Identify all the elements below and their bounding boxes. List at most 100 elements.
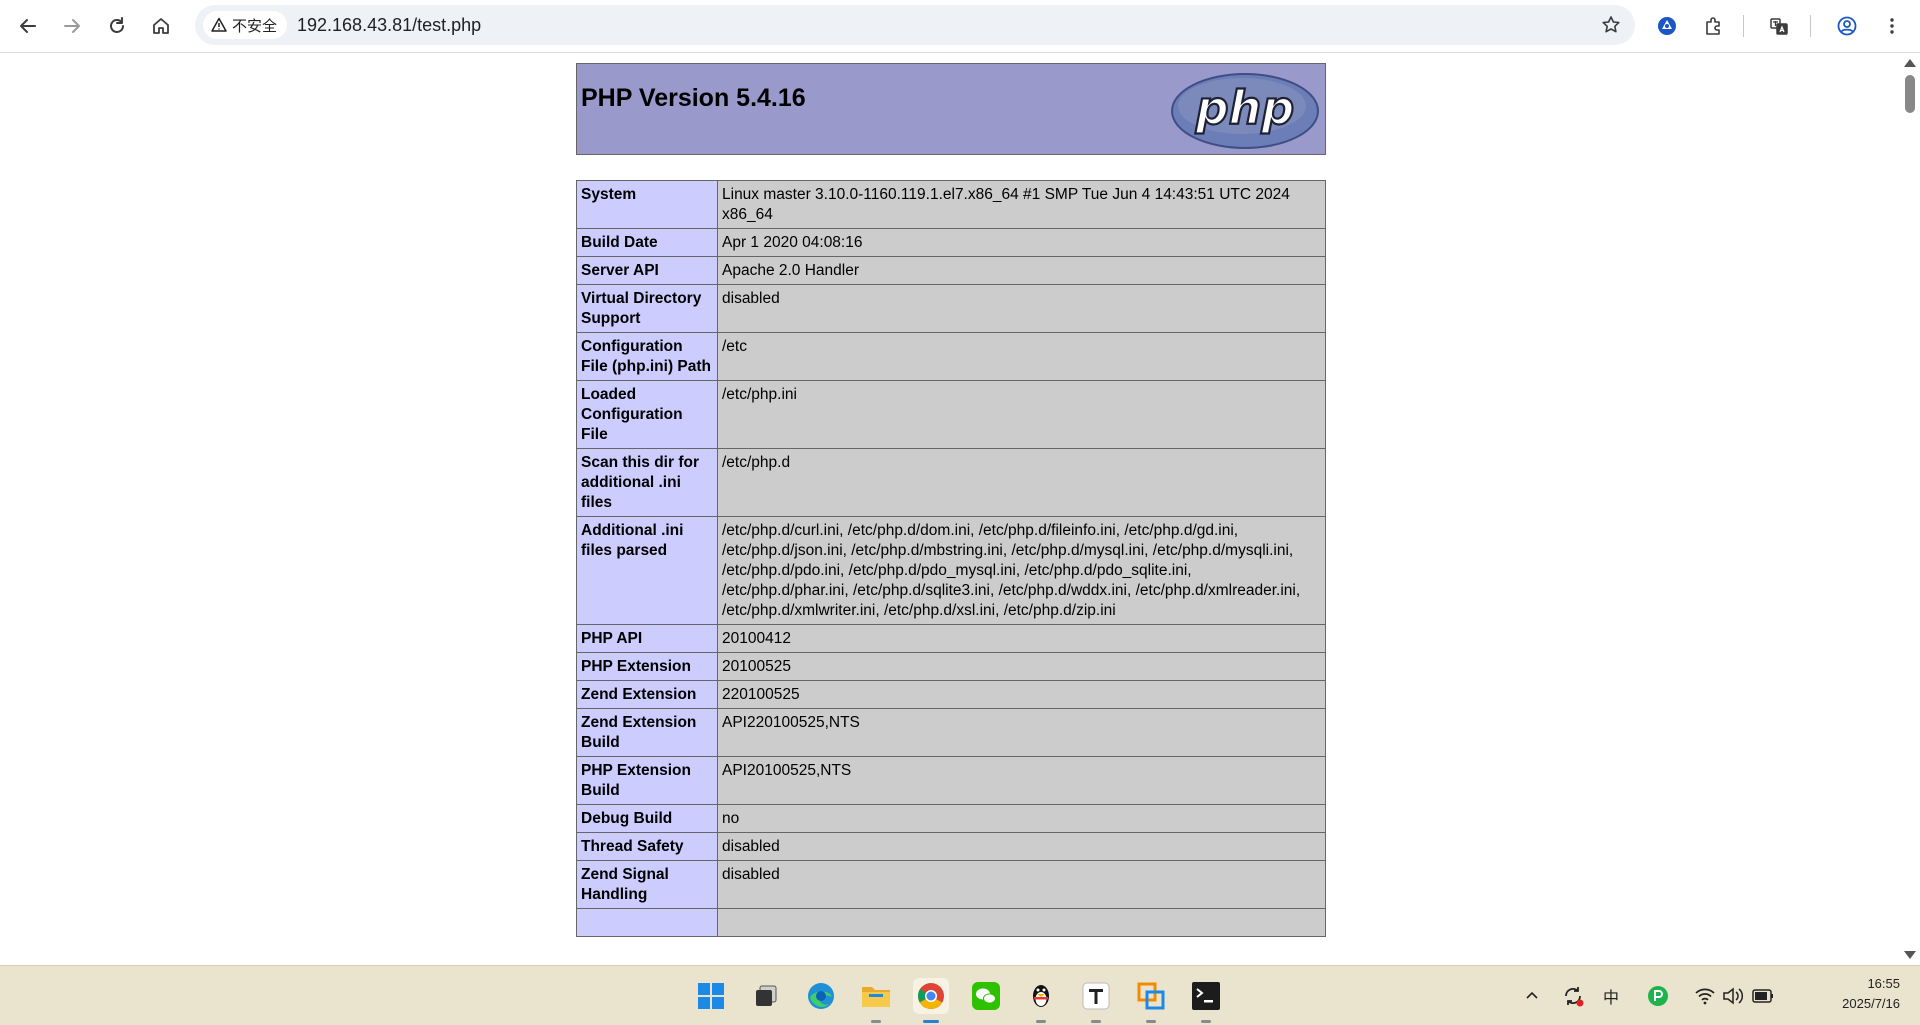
chevron-up-icon [1526,991,1538,999]
table-row: Additional .ini files parsed/etc/php.d/c… [576,516,1326,625]
directive-name-cell: Thread Safety [576,832,718,861]
edge-icon [808,983,834,1009]
php-logo-text: php [1195,81,1295,135]
directive-name-cell: Virtual Directory Support [576,284,718,333]
folder-icon [862,987,890,1007]
directive-name-cell: System [576,180,718,229]
translate-icon [1770,18,1788,35]
table-row: Debug Build no [576,804,1326,833]
table-row [576,908,1326,937]
vmware-icon [1137,982,1165,1010]
address-bar[interactable]: 不安全 192.168.43.81/test.php [195,5,1635,45]
taskbar-app-typora[interactable] [1078,978,1114,1023]
page-scrollbar[interactable] [1900,53,1920,965]
more-vertical-icon [1890,18,1894,34]
taskbar-app-terminal[interactable] [1188,978,1224,1023]
table-row: Loaded Configuration File/etc/php.ini [576,380,1326,449]
directive-value-cell: 220100525 [717,680,1326,709]
arrow-right-icon [64,19,80,33]
clock-time: 16:55 [1867,976,1900,991]
table-row: Zend Extension Build API220100525,NTS [576,708,1326,757]
green-p-icon [1648,986,1668,1006]
directive-name-cell: Zend Extension [576,680,718,709]
home-button[interactable] [145,10,177,42]
table-row: Zend Signal Handling disabled [576,860,1326,909]
taskbar-app-edge[interactable] [803,978,839,1014]
php-version-header: PHP Version 5.4.16 php [576,63,1326,155]
taskbar-app-vmware[interactable] [1133,978,1169,1023]
directive-name-cell: Zend Extension Build [576,708,718,757]
clock-date: 2025/7/16 [1842,996,1900,1011]
windows-taskbar: 中 16:55 2025/7/16 [0,965,1920,1025]
running-indicator [871,1020,881,1023]
security-label: 不安全 [232,17,278,35]
scroll-down-arrow[interactable] [1904,951,1916,959]
directive-value-cell: 20100412 [717,624,1326,653]
directive-value-cell: 20100525 [717,652,1326,681]
tray-app-button[interactable] [1640,978,1676,1014]
star-icon [1602,16,1620,33]
page-content: PHP Version 5.4.16 php System Linux maste… [0,53,1900,965]
running-indicator [923,1020,939,1023]
extension-button[interactable] [1651,10,1683,42]
taskbar-app-qq[interactable] [1023,978,1059,1023]
running-indicator [1201,1020,1211,1023]
account-icon [1837,16,1857,36]
directive-name-cell: Zend Signal Handling [576,860,718,909]
wifi-icon [1695,988,1715,1005]
home-icon [153,18,169,34]
arrow-left-icon [20,19,36,33]
taskbar-app-wechat[interactable] [968,978,1004,1014]
start-button[interactable] [693,978,729,1014]
directive-value-cell: /etc [717,332,1326,381]
table-row: PHP Extension Build API20100525,NTS [576,756,1326,805]
browser-menu-button[interactable] [1876,10,1908,42]
running-indicator [1091,1020,1101,1023]
phpinfo-table: System Linux master 3.10.0-1160.119.1.el7… [576,180,1326,937]
chrome-icon [918,983,944,1009]
running-indicator [1146,1020,1156,1023]
directive-name-cell: PHP Extension [576,652,718,681]
bookmark-button[interactable] [1595,9,1627,41]
sync-icon [1565,987,1584,1007]
puzzle-icon [1706,17,1720,35]
ime-indicator[interactable]: 中 [1593,978,1629,1014]
running-indicator [1036,1020,1046,1023]
directive-value-cell: /etc/php.ini [717,380,1326,449]
directive-value-cell: Apr 1 2020 04:08:16 [717,228,1326,257]
directive-value-cell: API20100525,NTS [717,756,1326,805]
directive-name-cell: Additional .ini files parsed [576,516,718,625]
url-text[interactable]: 192.168.43.81/test.php [297,15,481,36]
reload-icon [110,17,124,33]
scrollbar-thumb[interactable] [1905,75,1915,113]
reload-button[interactable] [101,10,133,42]
windows-logo-icon [698,983,724,1009]
table-row: PHP API 20100412 [576,624,1326,653]
system-clock[interactable]: 16:55 2025/7/16 [1842,974,1900,1014]
taskbar-app-taskview[interactable] [748,978,784,1014]
toolbar-separator [1743,15,1744,37]
extensions-menu-button[interactable] [1697,10,1729,42]
tray-sync-icon-button[interactable] [1555,978,1591,1014]
translate-button[interactable] [1763,10,1795,42]
browser-toolbar: 不安全 192.168.43.81/test.php [0,0,1920,53]
security-indicator[interactable]: 不安全 [203,11,288,39]
taskbar-app-chrome[interactable] [913,978,949,1023]
toolbar-separator [1810,15,1811,37]
scroll-up-arrow[interactable] [1904,59,1916,67]
profile-button[interactable] [1831,10,1863,42]
terminal-icon [1192,982,1220,1010]
table-row: Thread Safety disabled [576,832,1326,861]
network-volume-battery-button[interactable] [1686,978,1782,1014]
directive-value-cell: no [717,804,1326,833]
back-button[interactable] [12,10,44,42]
forward-button[interactable] [56,10,88,42]
directive-value-cell [717,908,1326,937]
directive-value-cell: Apache 2.0 Handler [717,256,1326,285]
taskbar-app-explorer[interactable] [858,978,894,1023]
show-hidden-icons-button[interactable] [1512,978,1552,1014]
directive-name-cell [576,908,718,937]
directive-name-cell: Build Date [576,228,718,257]
task-view-icon [756,985,777,1006]
ime-label: 中 [1602,990,1619,1007]
